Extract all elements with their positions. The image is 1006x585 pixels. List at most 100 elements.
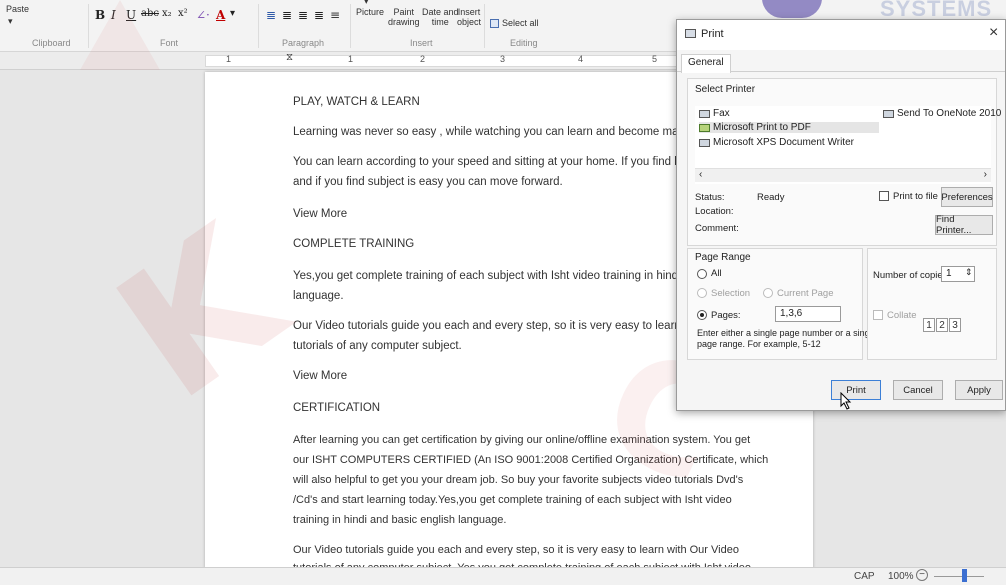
- paste-dropdown-icon: ▾: [364, 0, 369, 6]
- ribbon-divider: [258, 4, 259, 48]
- collate-preview-icon: 123: [923, 318, 962, 332]
- clipboard-group-label: Clipboard: [32, 38, 71, 48]
- location-label: Location:: [695, 206, 734, 217]
- date-time-label-line2: time: [431, 17, 449, 27]
- apply-button[interactable]: Apply: [955, 380, 1003, 400]
- print-to-file-checkbox[interactable]: [879, 191, 889, 201]
- document-paragraph: will also helpful to get you your dream …: [293, 474, 744, 486]
- page-range-label: Page Range: [695, 252, 751, 263]
- indent-marker-icon[interactable]: ⧖: [286, 52, 293, 63]
- cancel-button[interactable]: Cancel: [893, 380, 943, 400]
- document-paragraph: /Cd's and start learning today.Yes,you g…: [293, 494, 732, 506]
- subscript-icon[interactable]: x₂: [162, 8, 172, 19]
- ruler-number: 4: [578, 54, 584, 64]
- zoom-slider-track[interactable]: [934, 576, 984, 577]
- print-button[interactable]: Print: [831, 380, 881, 400]
- editing-group-label: Editing: [510, 38, 538, 48]
- zoom-out-icon[interactable]: −: [916, 569, 928, 581]
- highlight-icon[interactable]: ∠·: [196, 8, 210, 22]
- select-all-label: Select all: [502, 18, 539, 28]
- insert-group-label: Insert: [410, 38, 433, 48]
- ruler-number: 1: [348, 54, 354, 64]
- ribbon-divider: [350, 4, 351, 48]
- all-pages-label: All: [711, 268, 722, 279]
- paste-label: Paste: [6, 4, 30, 14]
- date-time-label: Date and: [422, 7, 459, 17]
- insert-object-button[interactable]: Insert object: [457, 7, 481, 27]
- preferences-button[interactable]: Preferences: [941, 187, 993, 207]
- find-printer-button[interactable]: Find Printer...: [935, 214, 993, 236]
- ruler-number: 2: [420, 54, 426, 64]
- paragraph-group-label: Paragraph: [282, 38, 325, 48]
- page-range-hint-line2: page range. For example, 5-12: [697, 339, 821, 349]
- ruler-number: 3: [500, 54, 506, 64]
- zoom-slider-thumb[interactable]: [962, 569, 967, 582]
- scroll-left-icon[interactable]: ‹: [699, 169, 702, 180]
- insert-group: Picture Paint drawing Date and time Inse…: [352, 0, 484, 52]
- printer-item-onenote[interactable]: Send To OneNote 2010: [883, 108, 1001, 119]
- insert-object-label: Insert: [457, 7, 481, 17]
- document-paragraph: training in hindi and basic english lang…: [293, 514, 507, 526]
- superscript-icon[interactable]: x²: [178, 8, 188, 19]
- collate-checkbox[interactable]: [873, 310, 883, 320]
- caps-lock-indicator: CAP: [854, 571, 875, 582]
- justify-icon[interactable]: ≣: [314, 8, 324, 22]
- align-center-icon[interactable]: ≣: [282, 8, 292, 22]
- ruler-band: [205, 55, 685, 67]
- picture-button[interactable]: Picture: [356, 7, 384, 17]
- scroll-right-icon[interactable]: ›: [984, 169, 987, 180]
- close-icon[interactable]: ×: [989, 24, 998, 42]
- paint-drawing-label: Paint: [393, 7, 415, 17]
- paint-drawing-button[interactable]: Paint drawing: [388, 7, 420, 27]
- font-group-label: Font: [160, 38, 179, 48]
- print-to-file-label: Print to file: [893, 191, 938, 202]
- chevron-down-icon[interactable]: ▾: [230, 8, 235, 19]
- align-left-icon[interactable]: ≣: [266, 8, 276, 22]
- document-paragraph: our ISHT COMPUTERS CERTIFIED (An ISO 900…: [293, 454, 769, 466]
- printer-list-scrollbar[interactable]: ‹ ›: [695, 168, 991, 182]
- printer-item-pdf[interactable]: Microsoft Print to PDF: [699, 122, 879, 133]
- printer-item-label: Send To OneNote 2010: [897, 108, 1002, 119]
- watermark-star-icon: [80, 0, 160, 70]
- dialog-tabbar: General: [677, 50, 1005, 73]
- copies-value: 1: [946, 268, 952, 279]
- picture-label: Picture: [356, 7, 385, 17]
- document-paragraph: Our Video tutorials guide you each and e…: [293, 544, 739, 556]
- document-paragraph: After learning you can get certification…: [293, 434, 751, 446]
- align-right-icon[interactable]: ≣: [298, 8, 308, 22]
- fax-icon: [699, 109, 710, 118]
- comment-label: Comment:: [695, 223, 739, 234]
- printer-icon: [883, 109, 894, 118]
- copies-label: Number of copies:: [873, 270, 951, 281]
- watermark-logo-icon: [762, 0, 822, 18]
- clipboard-group: Paste ▾ Clipboard: [0, 0, 88, 52]
- status-value: Ready: [757, 192, 785, 203]
- printer-item-fax[interactable]: Fax: [699, 108, 730, 119]
- page-range-hint: Enter either a single page number or a s…: [697, 328, 877, 338]
- printer-item-xps[interactable]: Microsoft XPS Document Writer: [699, 137, 854, 148]
- dialog-title: Print: [701, 28, 724, 40]
- dialog-titlebar: Print ×: [677, 20, 1005, 50]
- all-pages-radio[interactable]: [697, 269, 707, 279]
- spin-button-icon[interactable]: ⇕: [965, 267, 973, 278]
- printer-icon: [685, 29, 696, 38]
- select-all-icon: [490, 18, 499, 28]
- ruler-number: 1: [226, 54, 232, 64]
- printer-item-label: Microsoft XPS Document Writer: [713, 137, 854, 148]
- font-color-icon[interactable]: A: [216, 8, 225, 22]
- paste-dropdown-icon[interactable]: ▾: [8, 16, 13, 26]
- current-page-radio[interactable]: [763, 288, 773, 298]
- printer-item-label: Microsoft Print to PDF: [713, 122, 811, 133]
- pdf-printer-icon: [699, 123, 710, 132]
- pages-label: Pages:: [711, 310, 741, 321]
- zoom-level: 100%: [888, 571, 914, 582]
- tab-general[interactable]: General: [681, 54, 731, 73]
- pages-input[interactable]: 1,3,6: [775, 306, 841, 322]
- paste-button[interactable]: Paste: [6, 4, 29, 14]
- paragraph-settings-icon[interactable]: ≡: [330, 8, 340, 22]
- date-time-button[interactable]: Date and time: [422, 7, 459, 27]
- selection-radio[interactable]: [697, 288, 707, 298]
- select-all-button[interactable]: Select all: [490, 18, 539, 28]
- printer-list[interactable]: Fax Microsoft Print to PDF Microsoft XPS…: [695, 106, 1001, 184]
- pages-radio[interactable]: [697, 310, 707, 320]
